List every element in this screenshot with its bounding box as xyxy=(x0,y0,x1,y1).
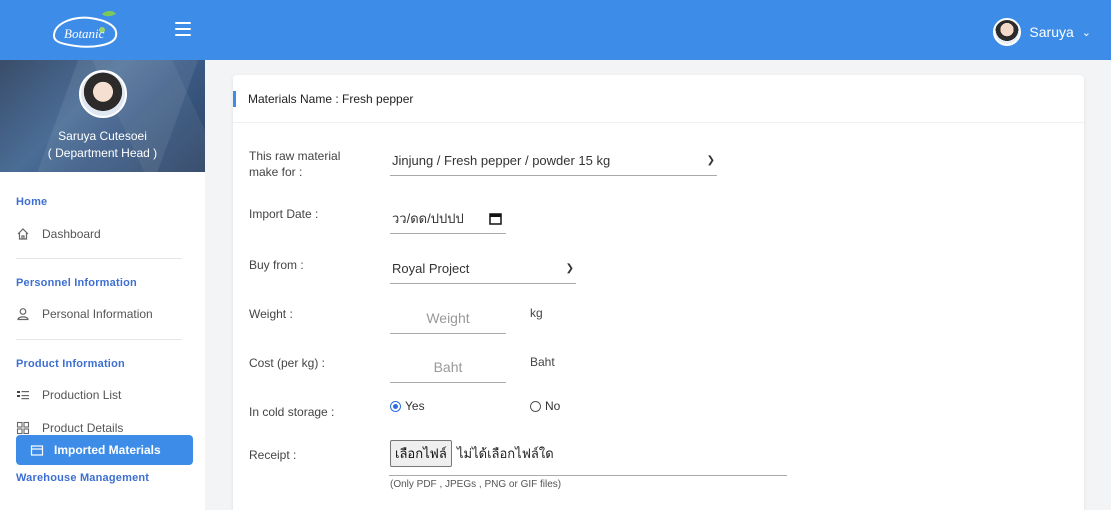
file-status: ไม่ได้เลือกไฟล์ใด xyxy=(457,446,554,461)
avatar xyxy=(993,18,1022,46)
material-form-card: Materials Name : Fresh pepper This raw m… xyxy=(233,75,1084,510)
file-underline xyxy=(389,475,787,476)
cost-label: Cost (per kg) : xyxy=(249,356,326,370)
weight-label: Weight : xyxy=(249,307,293,321)
radio-label: Yes xyxy=(405,399,425,413)
accent-bar xyxy=(233,91,236,107)
import-date-label: Import Date : xyxy=(249,207,319,221)
import-date-input[interactable]: วว/ดด/ปปปป xyxy=(390,203,506,234)
card-header: Materials Name : Fresh pepper xyxy=(233,75,1084,123)
cold-storage-no-radio[interactable]: No xyxy=(530,399,560,413)
list-icon xyxy=(17,391,29,400)
sidebar-item-label: Dashboard xyxy=(42,227,101,241)
botanic-logo[interactable]: Botanic xyxy=(46,8,126,50)
buy-from-label: Buy from : xyxy=(249,258,304,272)
divider xyxy=(16,339,182,340)
weight-input[interactable]: Weight xyxy=(390,303,506,334)
raw-material-select[interactable]: Jinjung / Fresh pepper / powder 15 kg ❯ xyxy=(390,145,717,176)
raw-material-label: This raw material make for : xyxy=(249,149,341,179)
sidebar-item-label: Imported Materials xyxy=(54,443,161,457)
section-title-home: Home xyxy=(16,196,48,208)
sidebar-item-imported-materials[interactable]: Imported Materials xyxy=(16,435,193,465)
choose-file-button[interactable]: เลือกไฟล์ xyxy=(390,440,452,467)
divider xyxy=(16,258,182,259)
card-title: Materials Name : Fresh pepper xyxy=(248,92,414,106)
profile-avatar xyxy=(79,70,127,118)
weight-unit: kg xyxy=(530,306,543,320)
profile-name: Saruya Cutesoei xyxy=(58,129,147,143)
user-name: Saruya xyxy=(1029,24,1074,40)
import-date-value: วว/ดด/ปปปป xyxy=(392,210,464,226)
section-title-personnel: Personnel Information xyxy=(16,277,137,289)
radio-label: No xyxy=(545,399,561,413)
cost-unit: Baht xyxy=(530,355,555,369)
sidebar-item-label: Product Details xyxy=(42,421,124,435)
section-title-warehouse: Warehouse Management xyxy=(16,472,150,484)
receipt-label: Receipt : xyxy=(249,448,297,462)
cold-storage-label: In cold storage : xyxy=(249,405,335,419)
sidebar-item-production-list[interactable]: Production List xyxy=(16,388,121,402)
user-menu[interactable]: Saruya ⌄ xyxy=(993,18,1091,46)
calendar-icon[interactable] xyxy=(489,212,502,225)
section-title-product: Product Information xyxy=(16,358,125,370)
user-icon xyxy=(17,308,29,321)
buy-from-value: Royal Project xyxy=(392,260,470,276)
profile-panel: Saruya Cutesoei ( Department Head ) xyxy=(0,60,205,172)
file-hint: (Only PDF , JPEGs , PNG or GIF files) xyxy=(390,479,562,490)
chevron-down-icon: ❯ xyxy=(565,262,574,274)
radio-checked-icon xyxy=(390,400,401,412)
box-icon xyxy=(30,445,44,456)
sidebar-item-dashboard[interactable]: Dashboard xyxy=(16,227,101,241)
cold-storage-yes-radio[interactable]: Yes xyxy=(390,399,425,413)
cost-input[interactable]: Baht xyxy=(390,352,506,383)
sidebar-item-product-details[interactable]: Product Details xyxy=(16,421,123,435)
home-icon xyxy=(17,228,29,240)
sidebar-item-label: Personal Information xyxy=(42,307,153,321)
chevron-down-icon: ⌄ xyxy=(1081,26,1091,39)
menu-toggle-icon[interactable] xyxy=(175,22,191,36)
sidebar-item-label: Production List xyxy=(42,388,122,402)
radio-unchecked-icon xyxy=(530,400,541,412)
buy-from-select[interactable]: Royal Project ❯ xyxy=(390,253,576,284)
grid-icon xyxy=(16,421,30,435)
sidebar-item-personal-information[interactable]: Personal Information xyxy=(16,307,153,321)
chevron-down-icon: ❯ xyxy=(706,154,715,166)
logo-area: Botanic xyxy=(0,0,205,60)
svg-text:Botanic: Botanic xyxy=(64,26,105,41)
raw-material-value: Jinjung / Fresh pepper / powder 15 kg xyxy=(392,152,611,168)
profile-role: ( Department Head ) xyxy=(47,146,158,160)
